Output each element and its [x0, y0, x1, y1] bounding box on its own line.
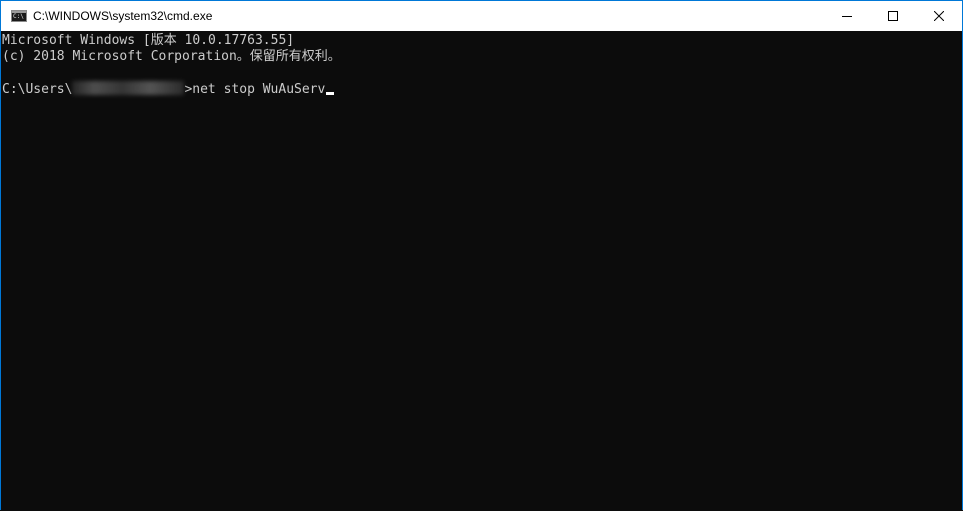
- version-line: Microsoft Windows [版本 10.0.17763.55]: [2, 33, 295, 48]
- window-title: C:\WINDOWS\system32\cmd.exe: [33, 9, 213, 23]
- console-output[interactable]: Microsoft Windows [版本 10.0.17763.55] (c)…: [1, 32, 962, 511]
- text-cursor: [326, 92, 335, 95]
- prompt-line[interactable]: C:\Users\ >net stop WuAuServ: [2, 81, 962, 97]
- maximize-icon: [888, 11, 898, 21]
- window-controls: [824, 1, 962, 31]
- command-text[interactable]: net stop WuAuServ: [192, 82, 325, 97]
- cmd-icon-label: C:\: [13, 13, 24, 20]
- minimize-button[interactable]: [824, 1, 870, 31]
- cmd-icon[interactable]: C:\: [11, 10, 27, 22]
- prompt-path: C:\Users\: [2, 82, 73, 97]
- copyright-line: (c) 2018 Microsoft Corporation。保留所有权利。: [2, 49, 341, 64]
- redacted-username: [72, 81, 185, 95]
- maximize-button[interactable]: [870, 1, 916, 31]
- minimize-icon: [842, 16, 852, 17]
- close-icon: [934, 11, 944, 21]
- cmd-window: C:\ C:\WINDOWS\system32\cmd.exe Microsof…: [0, 0, 963, 511]
- close-button[interactable]: [916, 1, 962, 31]
- title-bar[interactable]: C:\ C:\WINDOWS\system32\cmd.exe: [1, 1, 962, 31]
